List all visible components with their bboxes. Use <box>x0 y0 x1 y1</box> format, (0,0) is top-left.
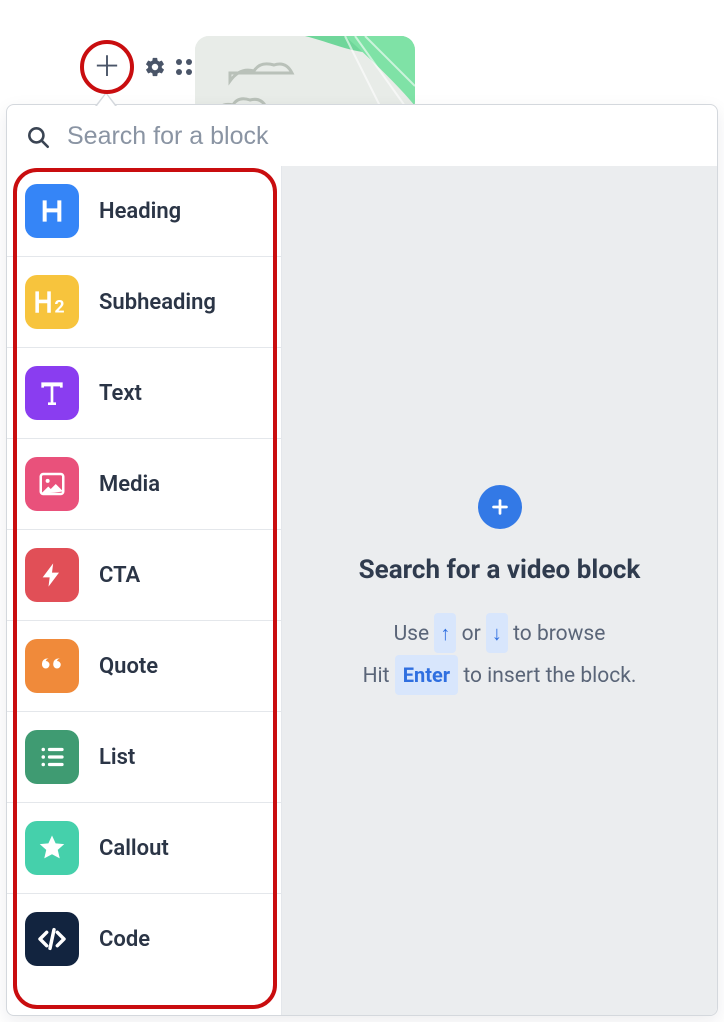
block-label: CTA <box>99 563 140 588</box>
key-down: ↓ <box>486 613 508 653</box>
block-item-quote[interactable]: Quote <box>7 621 281 712</box>
block-label: List <box>99 745 135 770</box>
block-label: Text <box>99 381 142 406</box>
block-picker-popover: Heading 2 Subheading Text Media CTA Quote List C… <box>6 104 718 1016</box>
block-label: Code <box>99 927 150 952</box>
plus-icon: ＋ <box>93 53 121 81</box>
block-label: Quote <box>99 654 158 679</box>
hint-text: to browse <box>513 622 605 646</box>
block-list: Heading 2 Subheading Text Media CTA Quote List C… <box>7 166 282 1015</box>
block-item-cta[interactable]: CTA <box>7 530 281 621</box>
preview-hint: Use ↑ or ↓ to browse Hit Enter to insert… <box>363 613 637 697</box>
key-up: ↑ <box>434 613 456 653</box>
preview-panel: Search for a video block Use ↑ or ↓ to b… <box>282 166 717 1015</box>
list-icon <box>25 730 79 784</box>
svg-text:2: 2 <box>54 297 64 317</box>
search-icon <box>25 124 51 150</box>
block-item-callout[interactable]: Callout <box>7 803 281 894</box>
media-icon <box>25 457 79 511</box>
block-item-list[interactable]: List <box>7 712 281 803</box>
block-label: Heading <box>99 199 181 224</box>
block-item-code[interactable]: Code <box>7 894 281 984</box>
hint-text: Use <box>394 622 435 646</box>
search-input[interactable] <box>65 121 699 152</box>
search-row <box>7 105 717 166</box>
key-enter: Enter <box>395 655 458 695</box>
add-icon-badge <box>478 485 522 529</box>
heading-icon <box>25 184 79 238</box>
preview-title: Search for a video block <box>359 555 641 585</box>
gear-icon[interactable] <box>144 56 166 78</box>
quote-icon <box>25 639 79 693</box>
hint-text: or <box>462 622 486 646</box>
block-label: Media <box>99 472 160 497</box>
hint-text: Hit <box>363 664 395 688</box>
block-label: Callout <box>99 836 169 861</box>
popover-caret <box>95 92 117 106</box>
block-item-subheading[interactable]: 2 Subheading <box>7 257 281 348</box>
block-label: Subheading <box>99 290 216 315</box>
block-item-media[interactable]: Media <box>7 439 281 530</box>
subheading-icon: 2 <box>25 275 79 329</box>
code-icon <box>25 912 79 966</box>
plus-icon <box>489 496 511 518</box>
text-icon <box>25 366 79 420</box>
block-item-text[interactable]: Text <box>7 348 281 439</box>
star-icon <box>25 821 79 875</box>
hint-text: to insert the block. <box>463 664 636 688</box>
bolt-icon <box>25 548 79 602</box>
block-item-heading[interactable]: Heading <box>7 166 281 257</box>
editor-mini-toolbar: ＋ <box>80 40 202 94</box>
add-block-button[interactable]: ＋ <box>80 40 134 94</box>
